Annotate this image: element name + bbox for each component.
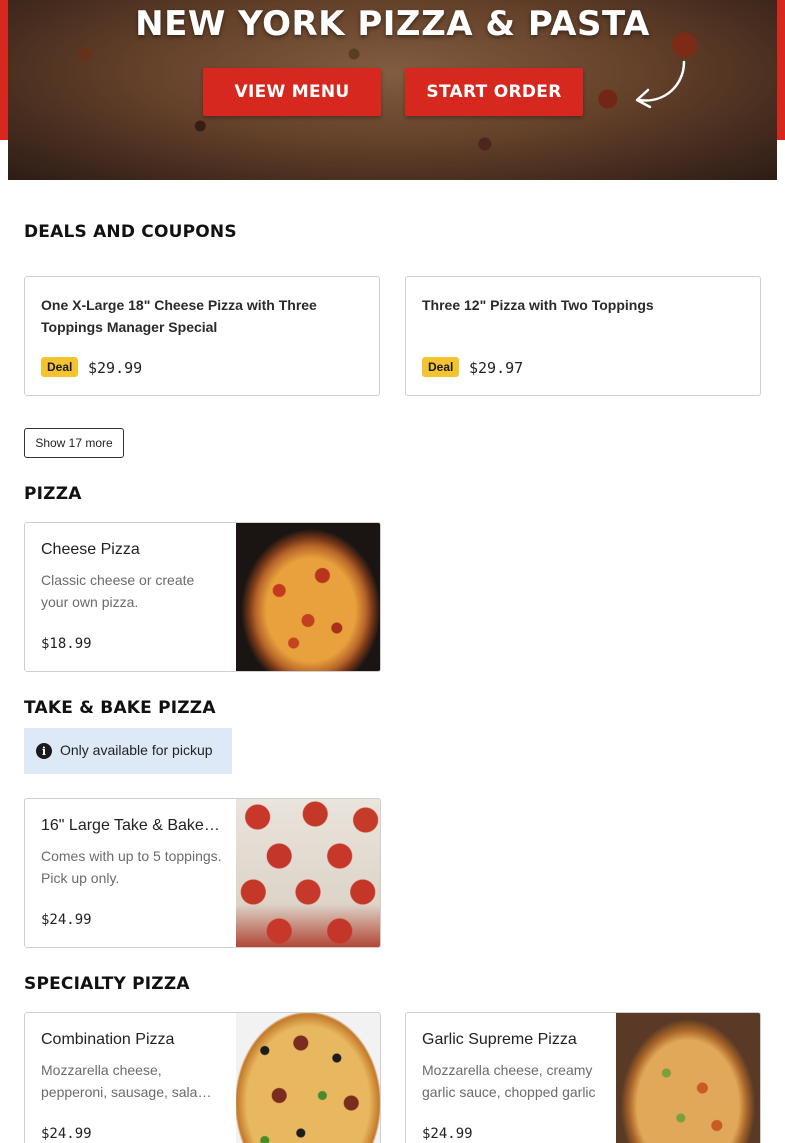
specialty-section-title: SPECIALTY PIZZA (24, 974, 190, 994)
item-price: $24.99 (41, 1126, 92, 1142)
item-description: Mozzarella cheese, pepperoni, sausage, s… (41, 1062, 217, 1100)
start-order-button[interactable]: START ORDER (405, 68, 583, 116)
item-description: Classic cheese or create your own pizza. (41, 572, 195, 610)
deal-card[interactable]: One X-Large 18" Cheese Pizza with Three … (24, 276, 380, 396)
curved-arrow-icon (635, 60, 686, 109)
pickup-notice-text: Only available for pickup (60, 742, 213, 758)
item-image (236, 1013, 380, 1143)
item-image (236, 799, 380, 947)
take-bake-section-title: TAKE & BAKE PIZZA (24, 698, 216, 718)
deals-section-title: DEALS AND COUPONS (24, 222, 237, 242)
item-price: $24.99 (422, 1126, 473, 1142)
deal-name: Three 12" Pizza with Two Toppings (422, 297, 654, 313)
item-name: Garlic Supreme Pizza (422, 1031, 577, 1048)
menu-item-card[interactable]: Cheese Pizza Classic cheese or create yo… (24, 522, 381, 672)
item-description: Mozzarella cheese, creamy garlic sauce, … (422, 1062, 596, 1100)
item-description: Comes with up to 5 toppings. Pick up onl… (41, 848, 222, 886)
item-price: $24.99 (41, 912, 92, 928)
pizza-section-title: PIZZA (24, 484, 82, 504)
deal-price: $29.97 (469, 359, 524, 377)
item-image (236, 523, 380, 671)
item-image (616, 1013, 760, 1143)
item-price: $18.99 (41, 636, 92, 652)
item-name: Cheese Pizza (41, 541, 140, 558)
restaurant-title: NEW YORK PIZZA & PASTA (135, 4, 650, 44)
info-icon: i (36, 743, 52, 759)
deal-price: $29.99 (88, 359, 143, 377)
hero-banner: NEW YORK PIZZA & PASTA VIEW MENU START O… (8, 0, 777, 180)
deal-badge: Deal (422, 357, 460, 377)
item-name: 16" Large Take & Bake Pizza (41, 817, 223, 834)
deal-name: One X-Large 18" Cheese Pizza with Three … (41, 297, 317, 335)
menu-item-card[interactable]: 16" Large Take & Bake Pizza Comes with u… (24, 798, 381, 948)
deal-badge: Deal (41, 357, 79, 377)
show-more-deals-button[interactable]: Show 17 more (24, 428, 124, 458)
menu-item-card[interactable]: Combination Pizza Mozzarella cheese, pep… (24, 1012, 381, 1143)
pickup-notice: i Only available for pickup (24, 728, 232, 774)
deal-card[interactable]: Three 12" Pizza with Two Toppings Deal $… (405, 276, 761, 396)
view-menu-button[interactable]: VIEW MENU (203, 68, 381, 116)
item-name: Combination Pizza (41, 1031, 175, 1048)
menu-item-card[interactable]: Garlic Supreme Pizza Mozzarella cheese, … (405, 1012, 761, 1143)
